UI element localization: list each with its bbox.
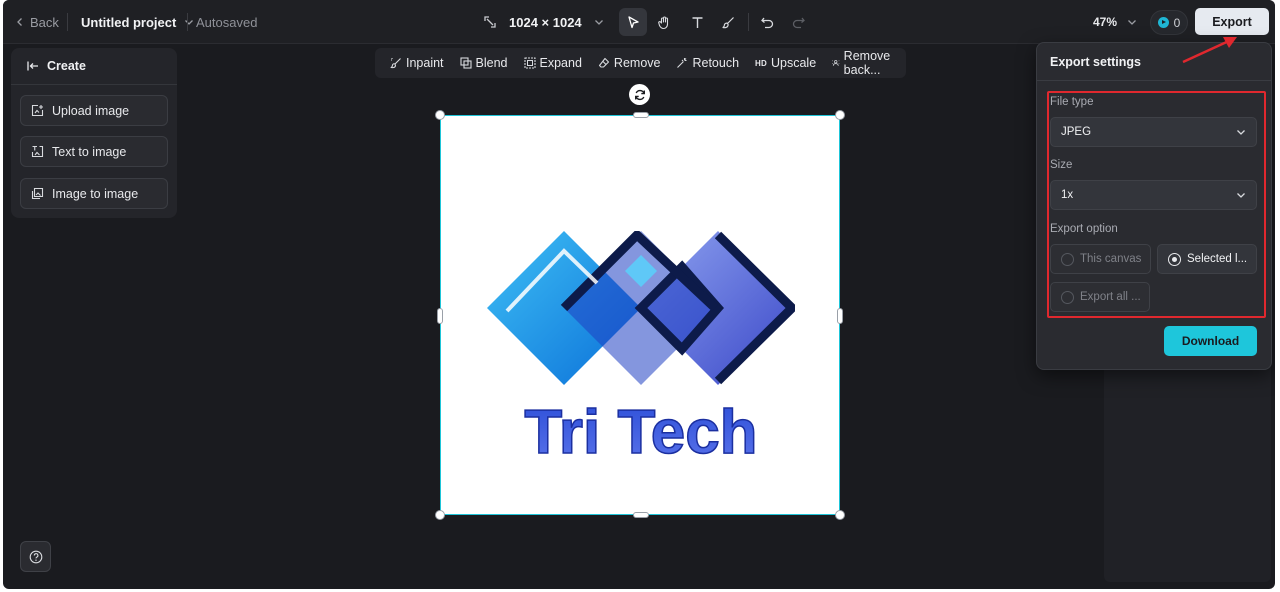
text-to-image-label: Text to image [52, 144, 127, 159]
text-to-image-button[interactable]: Text to image [20, 136, 168, 167]
back-button[interactable]: Back [15, 0, 59, 44]
remove-button[interactable]: Remove [590, 48, 669, 78]
expand-label: Expand [539, 56, 582, 70]
blend-label: Blend [475, 56, 508, 70]
credit-icon [1157, 17, 1169, 28]
credits-count: 0 [1173, 15, 1181, 30]
brush-icon [721, 16, 734, 28]
undo-button[interactable] [753, 8, 781, 36]
hd-icon: HD [755, 58, 767, 68]
expand-button[interactable]: Expand [516, 48, 590, 78]
blend-button[interactable]: Blend [452, 48, 516, 78]
redo-button[interactable] [784, 8, 812, 36]
edit-toolbar: Inpaint Blend Expand Remove Retouch HD U… [375, 48, 906, 78]
upload-image-icon [31, 104, 44, 117]
resize-handle-bottom-right[interactable] [835, 510, 845, 520]
expand-icon [523, 57, 536, 69]
project-title: Untitled project [81, 14, 177, 30]
resize-icon [484, 16, 496, 28]
download-button[interactable]: Download [1164, 326, 1257, 356]
magic-wand-icon [677, 58, 687, 68]
create-panel: Create Upload image Text to image Image … [11, 48, 177, 218]
image-to-image-icon [31, 187, 44, 200]
resize-handle-top[interactable] [633, 112, 649, 118]
upload-image-label: Upload image [52, 103, 130, 118]
zoom-level: 47% [1093, 15, 1118, 29]
hand-tool[interactable] [650, 8, 678, 36]
inpaint-button[interactable]: Inpaint [382, 48, 452, 78]
zoom-dropdown[interactable]: 47% [1093, 0, 1137, 44]
create-panel-title: Create [47, 59, 86, 73]
chevron-left-icon [17, 18, 22, 26]
help-button[interactable] [20, 541, 51, 572]
question-mark-icon [29, 550, 42, 563]
back-label: Back [30, 14, 59, 30]
inpaint-label: Inpaint [406, 56, 444, 70]
autosave-status: Autosaved [196, 14, 258, 30]
top-bar: Back Untitled project Autosaved 1024 × 1… [3, 0, 1275, 44]
hand-icon [657, 15, 668, 29]
canvas-image[interactable]: Tri Tech [435, 110, 845, 520]
upload-image-button[interactable]: Upload image [20, 95, 168, 126]
divider [187, 13, 188, 31]
brush-tool[interactable] [714, 8, 742, 36]
image-to-image-label: Image to image [52, 186, 139, 201]
divider [748, 13, 749, 31]
remove-background-label: Remove back... [843, 49, 891, 77]
text-tool[interactable] [683, 8, 711, 36]
remove-label: Remove [613, 56, 661, 70]
resize-handle-left[interactable] [437, 308, 443, 324]
blend-icon [459, 57, 472, 69]
retouch-label: Retouch [692, 56, 740, 70]
text-to-image-icon [31, 145, 44, 158]
upscale-label: Upscale [771, 56, 817, 70]
annotation-highlight-box [1047, 91, 1266, 318]
remove-background-icon [832, 60, 840, 66]
select-tool[interactable] [619, 8, 647, 36]
eraser-icon [598, 57, 609, 68]
inpaint-brush-icon [390, 58, 401, 69]
create-panel-header[interactable]: Create [11, 48, 177, 85]
resize-handle-top-right[interactable] [835, 110, 845, 120]
logo-text: Tri Tech [524, 398, 757, 461]
chevron-down-icon [594, 20, 603, 25]
image-to-image-button[interactable]: Image to image [20, 178, 168, 209]
annotation-arrow [1182, 37, 1237, 64]
undo-icon [760, 17, 773, 28]
arrow-left-bar-icon [27, 61, 38, 71]
rotate-icon [634, 89, 645, 100]
resize-handle-top-left[interactable] [435, 110, 445, 120]
canvas-size: 1024 × 1024 [509, 14, 582, 30]
retouch-button[interactable]: Retouch [668, 48, 747, 78]
resize-handle-right[interactable] [837, 308, 843, 324]
resize-handle-bottom-left[interactable] [435, 510, 445, 520]
tri-tech-logo: Tri Tech [487, 231, 795, 461]
text-t-icon [692, 16, 702, 28]
rotate-handle[interactable] [629, 84, 650, 105]
app-window: Back Untitled project Autosaved 1024 × 1… [3, 0, 1275, 589]
chevron-down-icon [1128, 20, 1136, 25]
chevron-down-icon [185, 20, 194, 25]
canvas-size-dropdown[interactable]: 1024 × 1024 [483, 0, 604, 44]
resize-handle-bottom[interactable] [633, 512, 649, 518]
redo-icon [792, 17, 805, 28]
upscale-button[interactable]: HD Upscale [747, 48, 824, 78]
cursor-arrow-icon [627, 15, 639, 28]
divider [67, 13, 68, 31]
remove-background-button[interactable]: Remove back... [824, 48, 906, 78]
project-title-dropdown[interactable]: Untitled project [81, 0, 194, 44]
